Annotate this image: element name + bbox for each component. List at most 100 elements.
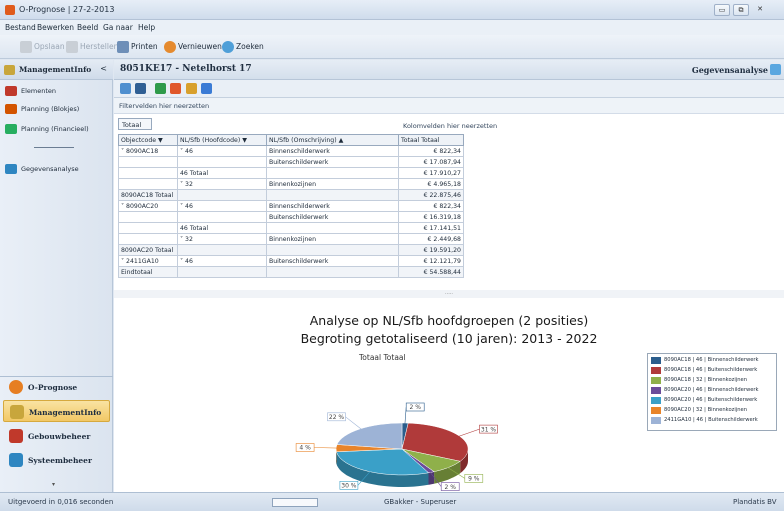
nav-gebouwbeheer[interactable]: Gebouwbeheer xyxy=(3,425,110,447)
header-nlsfb-hoofdcode[interactable]: NL/Sfb (Hoofdcode) ▼ xyxy=(177,134,267,146)
nav-o-prognose[interactable]: O-Prognose xyxy=(3,376,110,398)
maximize-button[interactable]: ⧉ xyxy=(733,4,749,16)
legend-label: 8090AC20 | 46 | Buitenschilderwerk xyxy=(664,397,758,403)
column-drop-zone[interactable]: Kolomvelden hier neerzetten xyxy=(403,122,497,130)
refresh-button[interactable]: Vernieuwen xyxy=(164,41,222,53)
table-row[interactable]: Eindtotaal € 54.588,44 xyxy=(118,266,464,278)
sidebar-item-gegevensanalyse[interactable]: Gegevensanalyse xyxy=(0,161,113,177)
refresh-label: Vernieuwen xyxy=(178,42,222,51)
table-cell xyxy=(118,156,178,168)
table-row[interactable]: ˅ 32 Binnenkozijnen € 4.965,18 xyxy=(118,178,464,190)
table-row[interactable]: ˅ 32 Binnenkozijnen € 2.449,68 xyxy=(118,233,464,245)
table-row[interactable]: 8090AC18 Totaal € 22.875,46 xyxy=(118,189,464,201)
pie-slice[interactable] xyxy=(336,422,403,450)
table-row[interactable]: 46 Totaal € 17.141,51 xyxy=(118,222,464,234)
pivot-table: Objectcode ▼ NL/Sfb (Hoofdcode) ▼ NL/Sfb… xyxy=(118,134,464,278)
search-label: Zoeken xyxy=(236,42,264,51)
table-row[interactable]: 46 Totaal € 17.910,27 xyxy=(118,167,464,179)
sidebar-item-planning-financieel[interactable]: Planning (Financieel) xyxy=(0,121,113,137)
data-analysis-icon xyxy=(770,64,781,75)
legend-item: 8090AC20 | 46 | Buitenschilderwerk xyxy=(651,396,773,406)
table-cell xyxy=(266,266,399,278)
search-icon xyxy=(222,41,234,53)
table-row[interactable]: Buitenschilderwerk € 16.319,18 xyxy=(118,211,464,223)
sidebar-item-elementen[interactable]: Elementen xyxy=(0,83,113,99)
header-nlsfb-omschrijving[interactable]: NL/Sfb (Omschrijving) ▲ xyxy=(266,134,399,146)
close-button[interactable]: ✕ xyxy=(752,4,768,16)
management-icon xyxy=(10,405,24,419)
collapse-chevron-icon[interactable]: < xyxy=(100,64,107,73)
status-execution-time: Uitgevoerd in 0,016 seconden xyxy=(8,498,114,506)
undo-icon xyxy=(66,41,78,53)
title-bar: O-Prognose | 27-2-2013 ▭ ⧉ ✕ xyxy=(0,0,784,20)
table-cell-value: € 12.121,79 xyxy=(398,255,464,267)
printer-icon xyxy=(117,41,129,53)
table-row[interactable]: ˅ 8090AC18 ˅ 46 Binnenschilderwerk € 822,34 xyxy=(118,145,464,157)
filter-drop-zone[interactable]: Filtervelden hier neerzetten xyxy=(114,98,784,114)
gear-icon xyxy=(9,380,23,394)
table-cell: ˅ 8090AC20 xyxy=(118,200,178,212)
nav-label: ManagementInfo xyxy=(29,408,102,417)
search-button[interactable]: Zoeken xyxy=(222,41,264,53)
window-title: O-Prognose | 27-2-2013 xyxy=(19,5,115,14)
table-cell-value: € 16.319,18 xyxy=(398,211,464,223)
data-field-totaal[interactable]: Totaal xyxy=(118,118,152,130)
progress-bar xyxy=(272,498,318,507)
sidebar-header[interactable]: ManagementInfo < xyxy=(0,60,113,80)
export-pdf-icon[interactable] xyxy=(170,83,181,94)
save-button[interactable]: Opslaan xyxy=(20,41,65,53)
nav-overflow-handle[interactable]: ▾ xyxy=(52,481,55,488)
table-row[interactable]: Buitenschilderwerk € 17.087,94 xyxy=(118,156,464,168)
chart-icon[interactable] xyxy=(186,83,197,94)
settings-icon[interactable] xyxy=(135,83,146,94)
table-row[interactable]: 8090AC20 Totaal € 19.591,20 xyxy=(118,244,464,256)
data-analysis-icon xyxy=(5,164,17,174)
legend-swatch xyxy=(651,367,661,374)
table-cell: 8090AC18 Totaal xyxy=(118,189,178,201)
menu-help[interactable]: Help xyxy=(138,23,155,32)
legend-swatch xyxy=(651,397,661,404)
minimize-button[interactable]: ▭ xyxy=(714,4,730,16)
status-user: GBakker - Superuser xyxy=(384,498,457,506)
nav-label: Gebouwbeheer xyxy=(28,432,91,441)
pie-data-label: 2 % xyxy=(444,484,456,491)
legend-label: 2411GA10 | 46 | Buitenschilderwerk xyxy=(664,417,758,423)
sidebar-item-planning-blokjes[interactable]: Planning (Blokjes) xyxy=(0,101,113,117)
table-cell xyxy=(118,233,178,245)
pie-data-label: 30 % xyxy=(341,483,357,490)
pivot-splitter[interactable]: ..... xyxy=(114,290,784,298)
export-excel-icon[interactable] xyxy=(155,83,166,94)
nav-managementinfo[interactable]: ManagementInfo xyxy=(3,400,110,422)
table-cell xyxy=(118,167,178,179)
menu-bewerken[interactable]: Bewerken xyxy=(37,23,74,32)
table-cell-value: € 2.449,68 xyxy=(398,233,464,245)
menu-beeld[interactable]: Beeld xyxy=(77,23,98,32)
table-row[interactable]: ˅ 8090AC20 ˅ 46 Binnenschilderwerk € 822,34 xyxy=(118,200,464,212)
table-cell xyxy=(177,266,267,278)
help-icon[interactable] xyxy=(201,83,212,94)
save-icon xyxy=(20,41,32,53)
restore-button[interactable]: Herstellen xyxy=(66,41,118,53)
sidebar: ManagementInfo < Elementen Planning (Blo… xyxy=(0,60,113,492)
nav-systeembeheer[interactable]: Systeembeheer xyxy=(3,449,110,471)
table-cell-value: € 22.875,46 xyxy=(398,189,464,201)
sidebar-item-label: Gegevensanalyse xyxy=(21,165,79,173)
sidebar-item-label: Planning (Blokjes) xyxy=(21,105,80,113)
menu-bestand[interactable]: Bestand xyxy=(5,23,36,32)
filter-hint: Filtervelden hier neerzetten xyxy=(119,102,210,110)
table-cell: ˅ 8090AC18 xyxy=(118,145,178,157)
table-icon[interactable] xyxy=(120,83,131,94)
pie-data-label: 4 % xyxy=(299,445,311,452)
header-totaal-totaal[interactable]: Totaal Totaal xyxy=(398,134,464,146)
legend-label: 8090AC18 | 46 | Binnenschilderwerk xyxy=(664,357,759,363)
menu-ga-naar[interactable]: Ga naar xyxy=(103,23,133,32)
print-button[interactable]: Printen xyxy=(117,41,158,53)
status-company: Plandatis BV xyxy=(733,498,777,506)
header-objectcode[interactable]: Objectcode ▼ xyxy=(118,134,178,146)
print-label: Printen xyxy=(131,42,158,51)
table-row[interactable]: ˅ 2411GA10 ˅ 46 Buitenschilderwerk € 12.121… xyxy=(118,255,464,267)
legend-item: 8090AC18 | 46 | Binnenschilderwerk xyxy=(651,356,773,366)
table-cell: Eindtotaal xyxy=(118,266,178,278)
nav-label: Systeembeheer xyxy=(28,456,92,465)
table-cell: ˅ 46 xyxy=(177,255,267,267)
